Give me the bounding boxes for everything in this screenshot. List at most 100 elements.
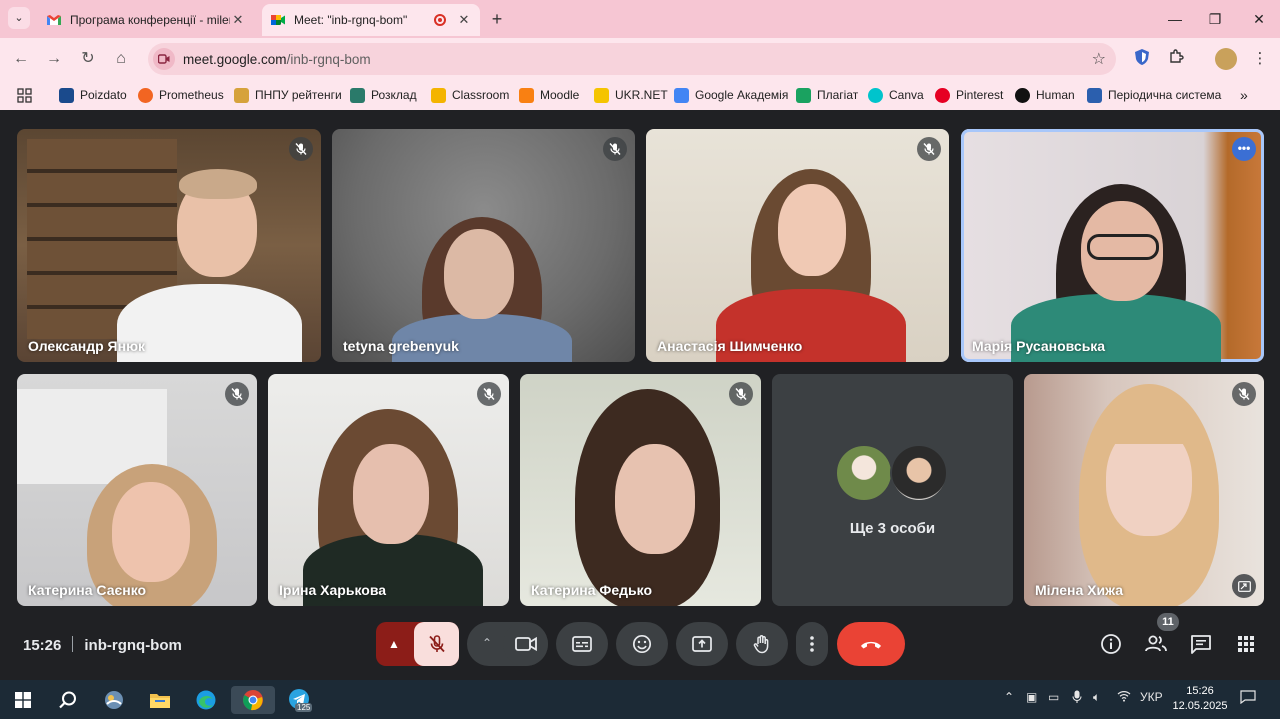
windows-taskbar: 125 ⌃ ▣ ▭ 🔈︎ УКР 15:26 12.05.2025 — [0, 680, 1280, 719]
extensions-puzzle-icon[interactable] — [1165, 48, 1187, 70]
input-language[interactable]: УКР — [1140, 690, 1163, 704]
system-clock[interactable]: 15:26 12.05.2025 — [1172, 684, 1228, 714]
participant-tile[interactable]: Анастасія Шимченко — [646, 129, 949, 362]
bookmark-google-scholar[interactable]: Google Академія — [674, 86, 788, 104]
tab-meet[interactable]: Meet: "inb-rgnq-bom" ✕ — [262, 4, 480, 36]
mic-off-icon — [289, 137, 313, 161]
toggle-microphone-button[interactable] — [414, 622, 459, 666]
participant-tile-speaking[interactable]: ••• Марія Русановська — [961, 129, 1264, 362]
camera-permission-icon[interactable] — [153, 48, 175, 70]
minimize-icon[interactable]: — — [1164, 8, 1186, 30]
bookmark-classroom[interactable]: Classroom — [431, 86, 509, 104]
people-button[interactable] — [1142, 630, 1170, 658]
emoji-icon — [632, 634, 652, 654]
mic-off-icon — [428, 635, 445, 653]
bookmark-schedule[interactable]: Розклад — [350, 86, 417, 104]
bookmark-poizdato[interactable]: Poizdato — [59, 86, 127, 104]
url-text: meet.google.com/inb-rgnq-bom — [183, 51, 371, 67]
picture-in-picture-icon[interactable] — [1232, 574, 1256, 598]
video-person — [444, 229, 514, 319]
windows-start-icon[interactable] — [9, 686, 37, 714]
file-explorer-icon[interactable] — [146, 686, 174, 714]
notifications-icon[interactable] — [1240, 690, 1256, 707]
participant-tile[interactable]: Ірина Харькова — [268, 374, 509, 606]
participant-tile[interactable]: Катерина Саєнко — [17, 374, 257, 606]
tab-search-button[interactable]: ⌄ — [8, 7, 30, 29]
participant-count-badge: 11 — [1157, 613, 1179, 631]
mic-off-icon — [729, 382, 753, 406]
ukrnet-icon — [594, 87, 609, 103]
avatar — [835, 444, 893, 502]
participant-tile[interactable]: Мілена Хижа — [1024, 374, 1264, 606]
reactions-button[interactable] — [616, 622, 668, 666]
back-icon[interactable]: ← — [10, 48, 32, 70]
pinterest-icon — [935, 87, 950, 103]
reload-icon[interactable]: ↻ — [77, 48, 99, 70]
participant-tile[interactable]: Олександр Янюк — [17, 129, 321, 362]
extension-shield-icon[interactable] — [1131, 48, 1153, 70]
toggle-camera-button[interactable] — [503, 622, 548, 666]
video-options-chevron-icon[interactable]: ⌃ — [482, 636, 492, 650]
volume-muted-icon[interactable]: 🔈︎ — [1093, 690, 1100, 705]
widgets-icon[interactable] — [100, 686, 128, 714]
microphone-tray-icon[interactable] — [1072, 690, 1082, 707]
restore-icon[interactable]: ❐ — [1204, 8, 1226, 30]
bookmark-human[interactable]: Human — [1015, 86, 1075, 104]
close-tab-icon[interactable]: ✕ — [230, 12, 246, 28]
chat-button[interactable] — [1187, 630, 1215, 658]
participant-tile[interactable]: Катерина Федько — [520, 374, 761, 606]
present-screen-button[interactable] — [676, 622, 728, 666]
battery-icon[interactable]: ▭ — [1048, 690, 1059, 704]
bookmark-plagiarism[interactable]: Плагіат — [796, 86, 858, 104]
mic-off-icon — [1232, 382, 1256, 406]
bookmark-prometheus[interactable]: Prometheus — [138, 86, 224, 104]
info-icon — [1101, 634, 1121, 654]
apps-grid-icon[interactable] — [17, 86, 32, 104]
new-tab-button[interactable]: + — [486, 8, 508, 30]
participant-tile[interactable]: tetyna grebenyuk — [332, 129, 635, 362]
moodle-icon — [519, 87, 534, 103]
bookmark-canva[interactable]: Canva — [868, 86, 924, 104]
raise-hand-button[interactable] — [736, 622, 788, 666]
bookmark-star-icon[interactable]: ☆ — [1092, 49, 1106, 69]
more-options-button[interactable] — [796, 622, 828, 666]
bookmark-ukrnet[interactable]: UKR.NET — [594, 86, 668, 104]
tab-conference-program[interactable]: Програма конференції - milen ✕ — [38, 4, 254, 36]
chrome-menu-icon[interactable]: ⋮ — [1249, 48, 1271, 70]
bookmark-periodic-table[interactable]: Періодична система — [1087, 86, 1221, 104]
others-tile[interactable]: Ще 3 особи — [772, 374, 1013, 606]
audio-options-chevron-icon[interactable]: ▲ — [388, 637, 400, 651]
close-tab-icon[interactable]: ✕ — [456, 12, 472, 28]
captions-button[interactable] — [556, 622, 608, 666]
mic-off-icon — [225, 382, 249, 406]
mic-off-icon — [603, 137, 627, 161]
tray-overflow-icon[interactable]: ⌃ — [1004, 690, 1014, 704]
participant-name: Ірина Харькова — [279, 582, 387, 598]
home-icon[interactable]: ⌂ — [110, 48, 132, 70]
plagiarism-icon — [796, 87, 811, 103]
recording-indicator-icon — [434, 14, 446, 26]
activities-button[interactable] — [1232, 630, 1260, 658]
telegram-icon[interactable]: 125 — [286, 686, 314, 714]
chrome-taskbar-icon[interactable] — [231, 686, 275, 714]
search-icon[interactable] — [54, 686, 82, 714]
meeting-details-button[interactable] — [1097, 630, 1125, 658]
bookmark-pnpu[interactable]: ПНПУ рейтенги — [234, 86, 342, 104]
edge-browser-icon[interactable] — [192, 686, 220, 714]
more-options-icon[interactable]: ••• — [1232, 137, 1256, 161]
prometheus-icon — [138, 87, 153, 103]
address-bar[interactable]: meet.google.com/inb-rgnq-bom ☆ — [148, 43, 1116, 75]
more-bookmarks-icon[interactable]: » — [1240, 86, 1248, 104]
bookmark-pinterest[interactable]: Pinterest — [935, 86, 1003, 104]
glasses — [1087, 234, 1159, 260]
forward-icon[interactable]: → — [43, 48, 65, 70]
camera-control: ⌃ — [467, 622, 548, 666]
leave-call-button[interactable] — [837, 622, 905, 666]
participant-name: Марія Русановська — [972, 338, 1106, 354]
bookmark-moodle[interactable]: Moodle — [519, 86, 579, 104]
close-window-icon[interactable]: ✕ — [1248, 8, 1270, 30]
wifi-icon[interactable] — [1117, 690, 1131, 705]
profile-avatar[interactable] — [1215, 48, 1237, 70]
meet-now-icon[interactable]: ▣ — [1026, 690, 1037, 704]
periodic-table-icon — [1087, 87, 1102, 103]
